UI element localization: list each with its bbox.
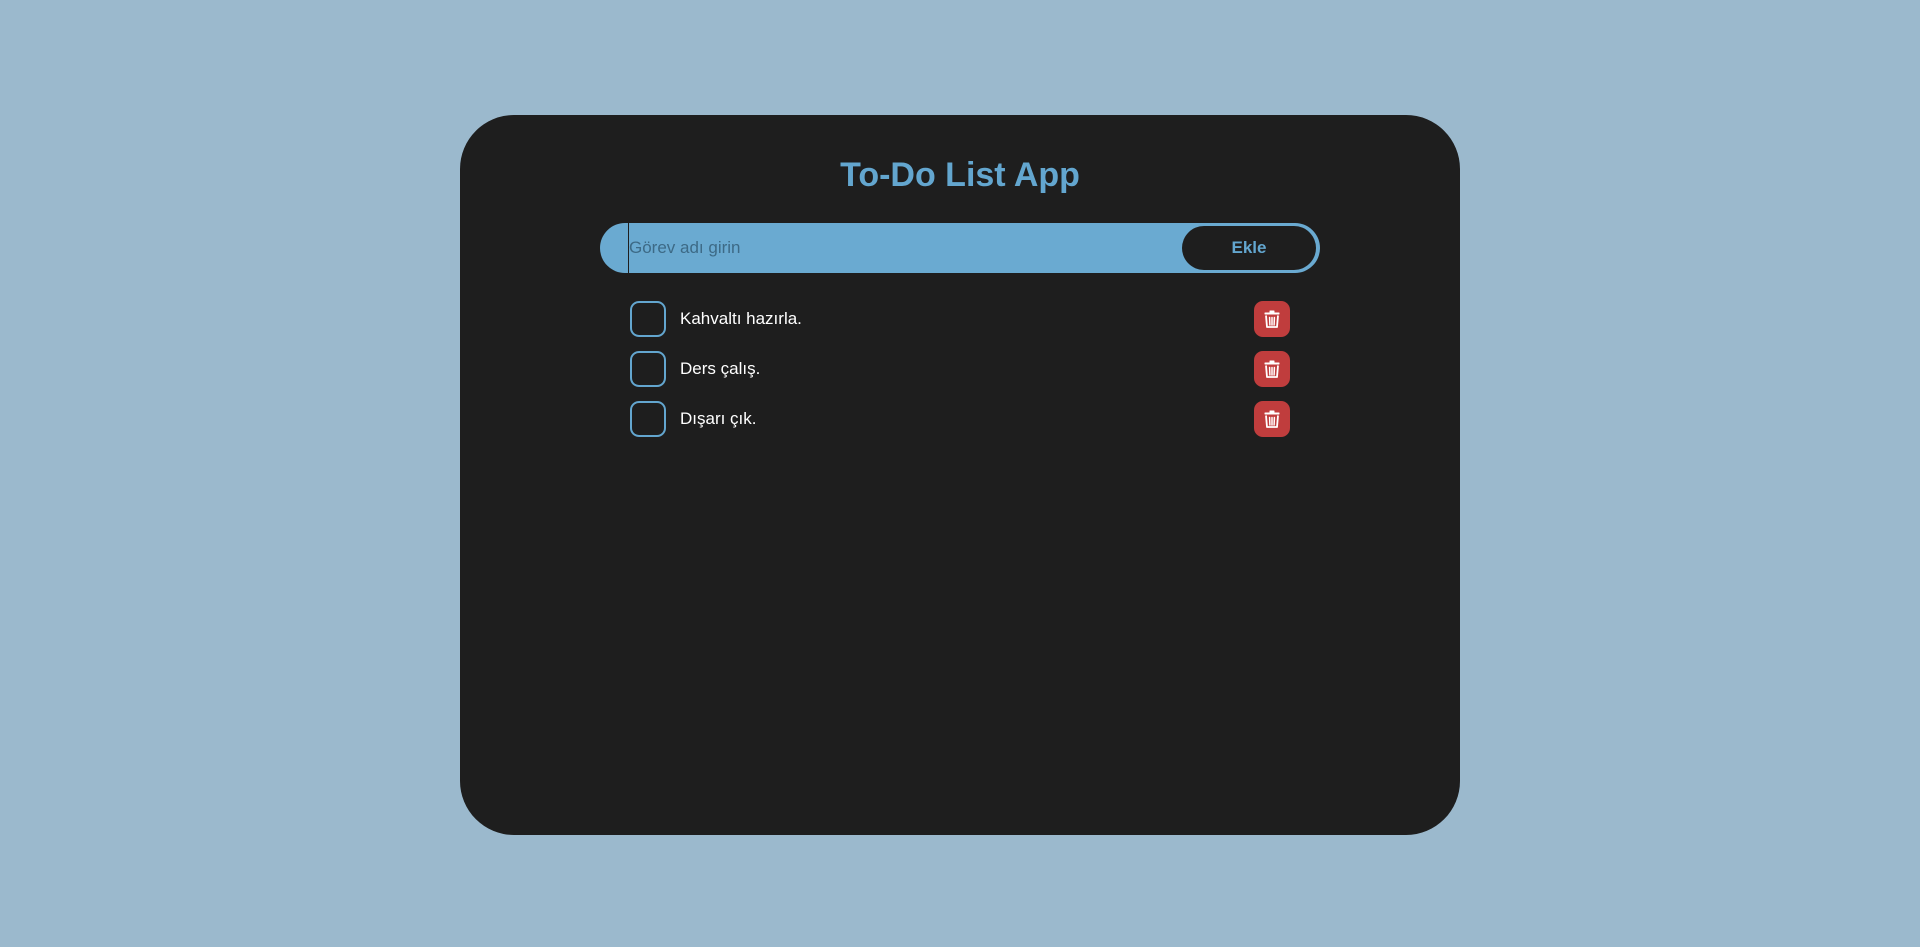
delete-task-button[interactable] (1254, 401, 1290, 437)
task-list: Kahvaltı hazırla. Ders çalış. Dışarı çık… (630, 301, 1290, 451)
todo-card: To-Do List App Ekle Kahvaltı hazırla. De… (460, 115, 1460, 835)
task-checkbox[interactable] (630, 401, 666, 437)
task-label: Dışarı çık. (680, 409, 757, 428)
task-checkbox[interactable] (630, 351, 666, 387)
app-title: To-Do List App (840, 156, 1080, 194)
task-item: Dışarı çık. (630, 401, 1290, 437)
task-checkbox[interactable] (630, 301, 666, 337)
task-label: Kahvaltı hazırla. (680, 309, 802, 328)
trash-icon (1264, 360, 1280, 378)
delete-task-button[interactable] (1254, 301, 1290, 337)
delete-task-button[interactable] (1254, 351, 1290, 387)
trash-icon (1264, 310, 1280, 328)
task-item: Kahvaltı hazırla. (630, 301, 1290, 337)
task-label: Ders çalış. (680, 359, 761, 378)
task-item: Ders çalış. (630, 351, 1290, 387)
trash-icon (1264, 410, 1280, 428)
task-input-bar: Ekle (600, 223, 1320, 273)
task-name-input[interactable] (628, 223, 1168, 273)
add-task-button[interactable]: Ekle (1182, 226, 1316, 270)
